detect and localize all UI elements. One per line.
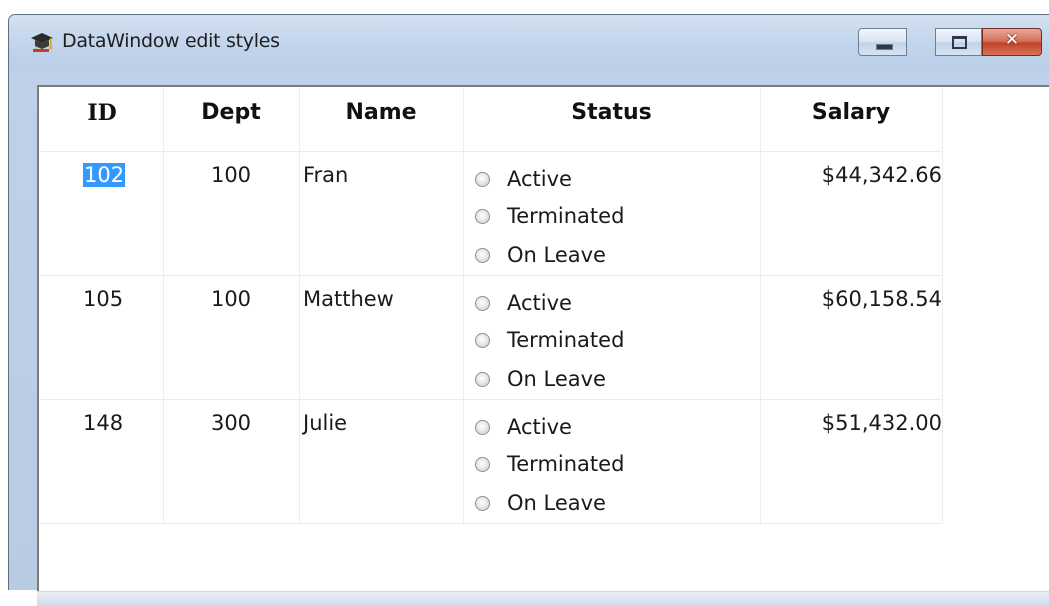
title-bar[interactable]: DataWindow edit styles ✕ — [9, 15, 1049, 71]
column-header-name[interactable]: Name — [299, 100, 463, 125]
cell-dept[interactable]: 100 — [163, 287, 299, 311]
radio-button-icon[interactable] — [475, 209, 490, 224]
selected-id-value[interactable]: 102 — [83, 163, 126, 187]
datawindow-window: DataWindow edit styles ✕ ID Dept Name St… — [8, 14, 1049, 606]
window-bottom-frame — [37, 591, 1049, 606]
cell-name[interactable]: Fran — [303, 163, 348, 187]
cell-id[interactable]: 105 — [83, 287, 123, 311]
graduation-cap-icon — [31, 33, 53, 52]
row-separator — [41, 151, 943, 152]
cell-name[interactable]: Julie — [303, 411, 347, 435]
cell-dept[interactable]: 100 — [163, 163, 299, 187]
column-header-dept[interactable]: Dept — [163, 100, 299, 125]
radio-button-icon[interactable] — [475, 333, 490, 348]
datawindow-client-area[interactable]: ID Dept Name Status Salary 102 100 Fran … — [37, 85, 1049, 591]
radio-button-icon[interactable] — [475, 248, 490, 263]
cell-name[interactable]: Matthew — [303, 287, 394, 311]
row-separator — [41, 275, 943, 276]
maximize-button[interactable] — [935, 28, 982, 56]
radio-button-icon[interactable] — [475, 420, 490, 435]
cell-id[interactable]: 102 — [83, 163, 126, 187]
cell-salary[interactable]: $44,342.66 — [760, 163, 942, 187]
column-header-status[interactable]: Status — [463, 100, 760, 125]
cell-dept[interactable]: 300 — [163, 411, 299, 435]
cell-salary[interactable]: $60,158.54 — [760, 287, 942, 311]
column-header-salary[interactable]: Salary — [760, 100, 942, 125]
radio-button-icon[interactable] — [475, 496, 490, 511]
radio-button-icon[interactable] — [475, 457, 490, 472]
column-header-id[interactable]: ID — [41, 100, 163, 126]
radio-button-icon[interactable] — [475, 172, 490, 187]
minimize-button[interactable] — [858, 28, 907, 56]
close-icon: ✕ — [1004, 30, 1020, 50]
column-separator — [299, 88, 300, 524]
radio-button-icon[interactable] — [475, 296, 490, 311]
cell-id[interactable]: 148 — [83, 411, 123, 435]
window-title: DataWindow edit styles — [62, 30, 280, 52]
row-separator — [41, 399, 943, 400]
row-separator — [41, 523, 943, 524]
cell-salary[interactable]: $51,432.00 — [760, 411, 942, 435]
column-separator — [463, 88, 464, 524]
column-separator — [942, 88, 943, 524]
radio-button-icon[interactable] — [475, 372, 490, 387]
close-button[interactable]: ✕ — [982, 28, 1042, 56]
